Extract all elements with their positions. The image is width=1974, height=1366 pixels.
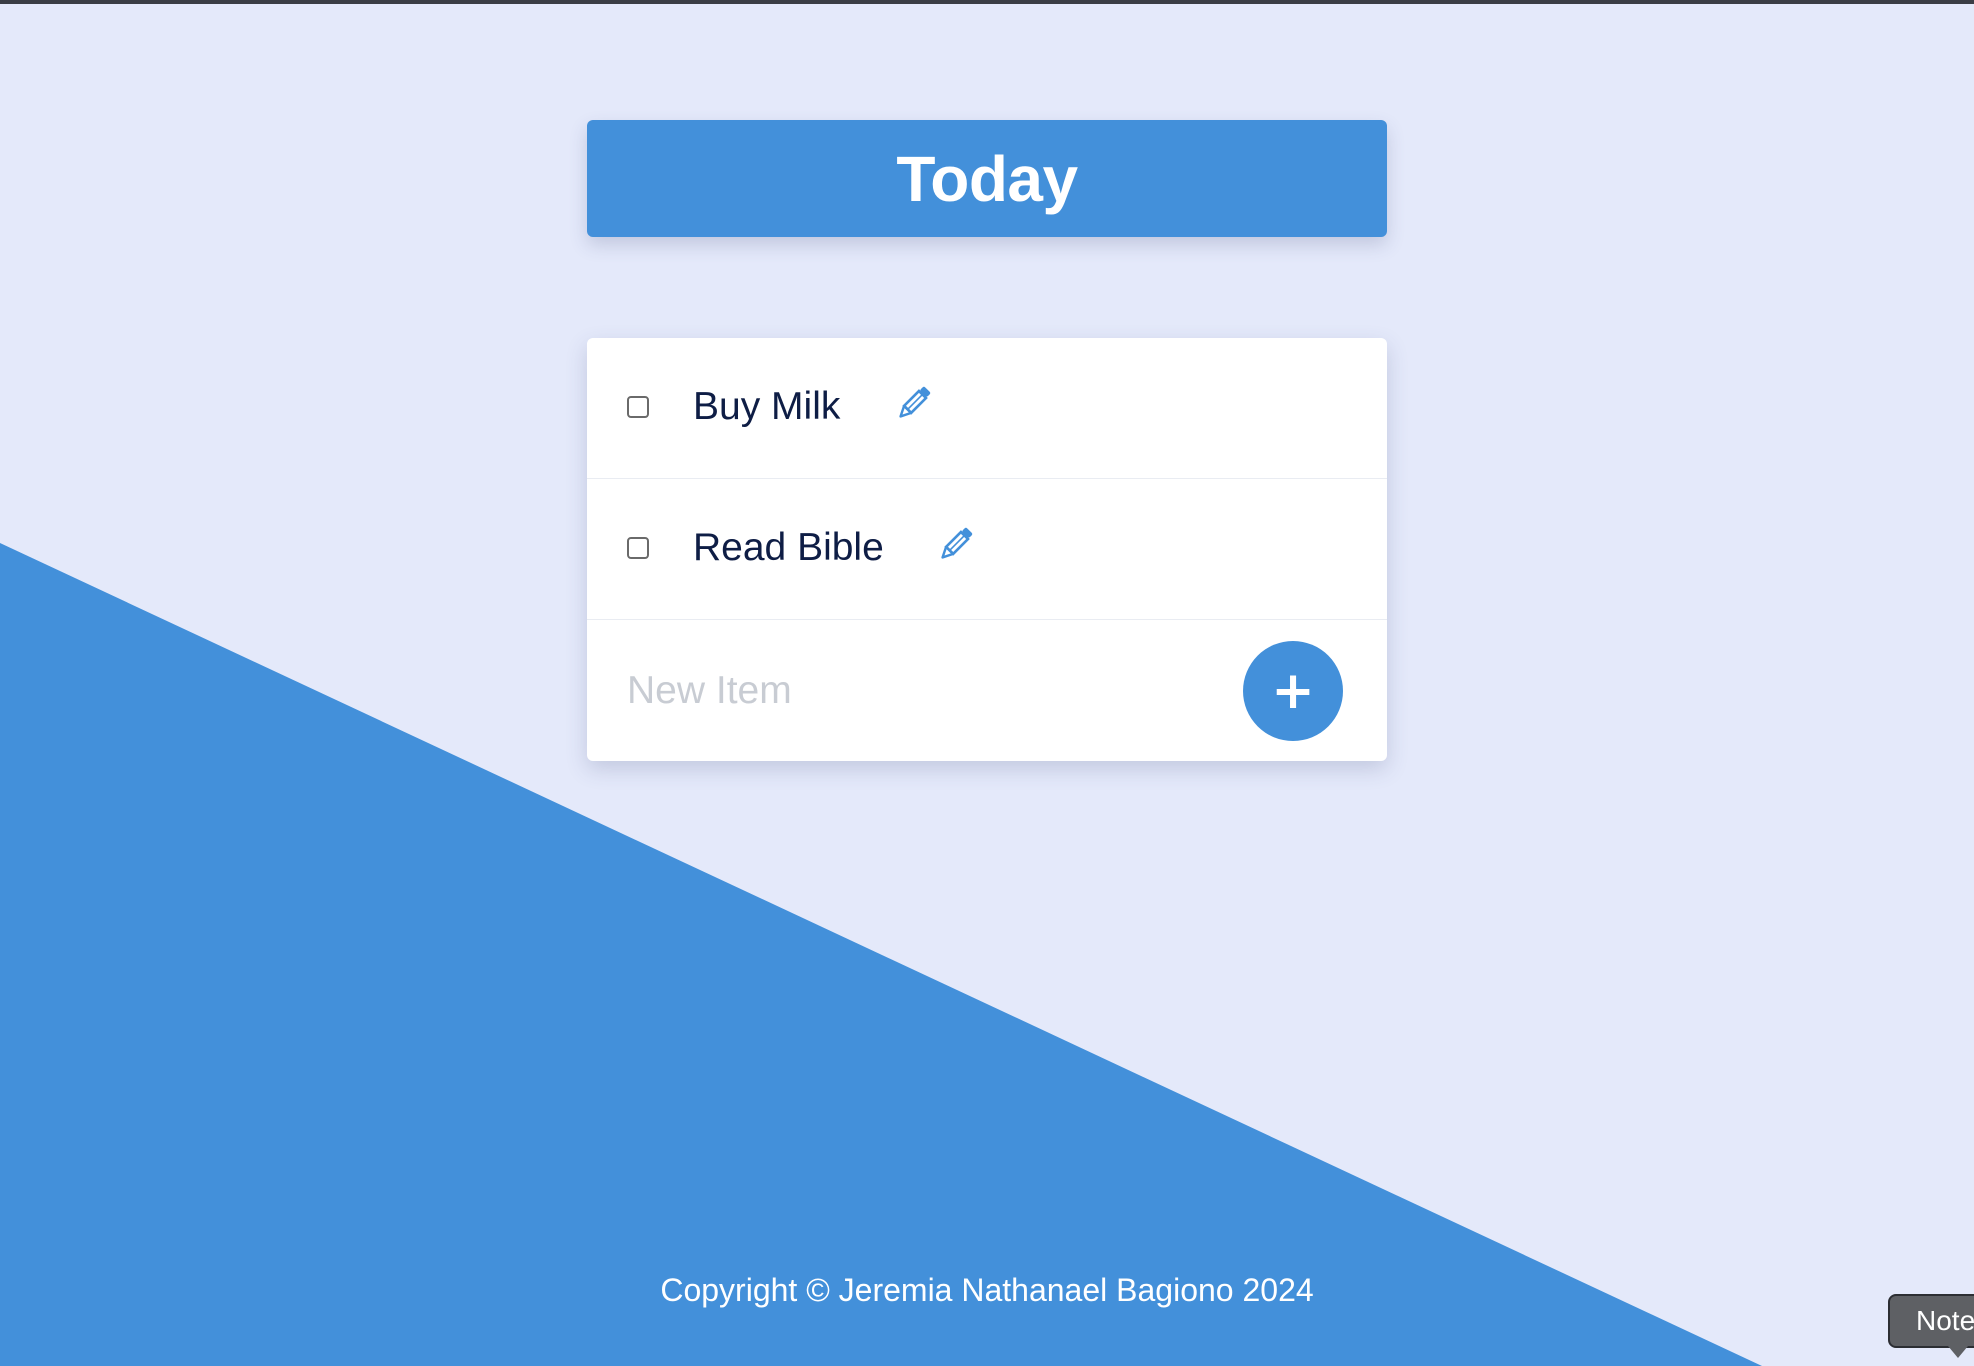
footer-copyright: Copyright © Jeremia Nathanael Bagiono 20… xyxy=(660,1272,1314,1308)
item-checkbox[interactable] xyxy=(627,396,649,418)
pencil-icon[interactable] xyxy=(935,523,977,565)
tooltip-arrow xyxy=(1948,1346,1968,1358)
header-box: Today xyxy=(587,120,1387,237)
page-title: Today xyxy=(896,142,1078,215)
todo-card: Buy Milk Read Bible + xyxy=(587,338,1387,761)
item-label: Read Bible xyxy=(693,526,884,569)
window-top-border xyxy=(0,0,1974,4)
new-item-input[interactable] xyxy=(627,665,1187,717)
item-checkbox[interactable] xyxy=(627,537,649,559)
item-label: Buy Milk xyxy=(693,385,841,428)
list-item: Read Bible xyxy=(587,479,1387,620)
new-item-row: + xyxy=(587,620,1387,761)
add-item-button[interactable]: + xyxy=(1243,641,1343,741)
pencil-icon[interactable] xyxy=(893,382,935,424)
tooltip: Note xyxy=(1888,1294,1974,1348)
list-item: Buy Milk xyxy=(587,338,1387,479)
